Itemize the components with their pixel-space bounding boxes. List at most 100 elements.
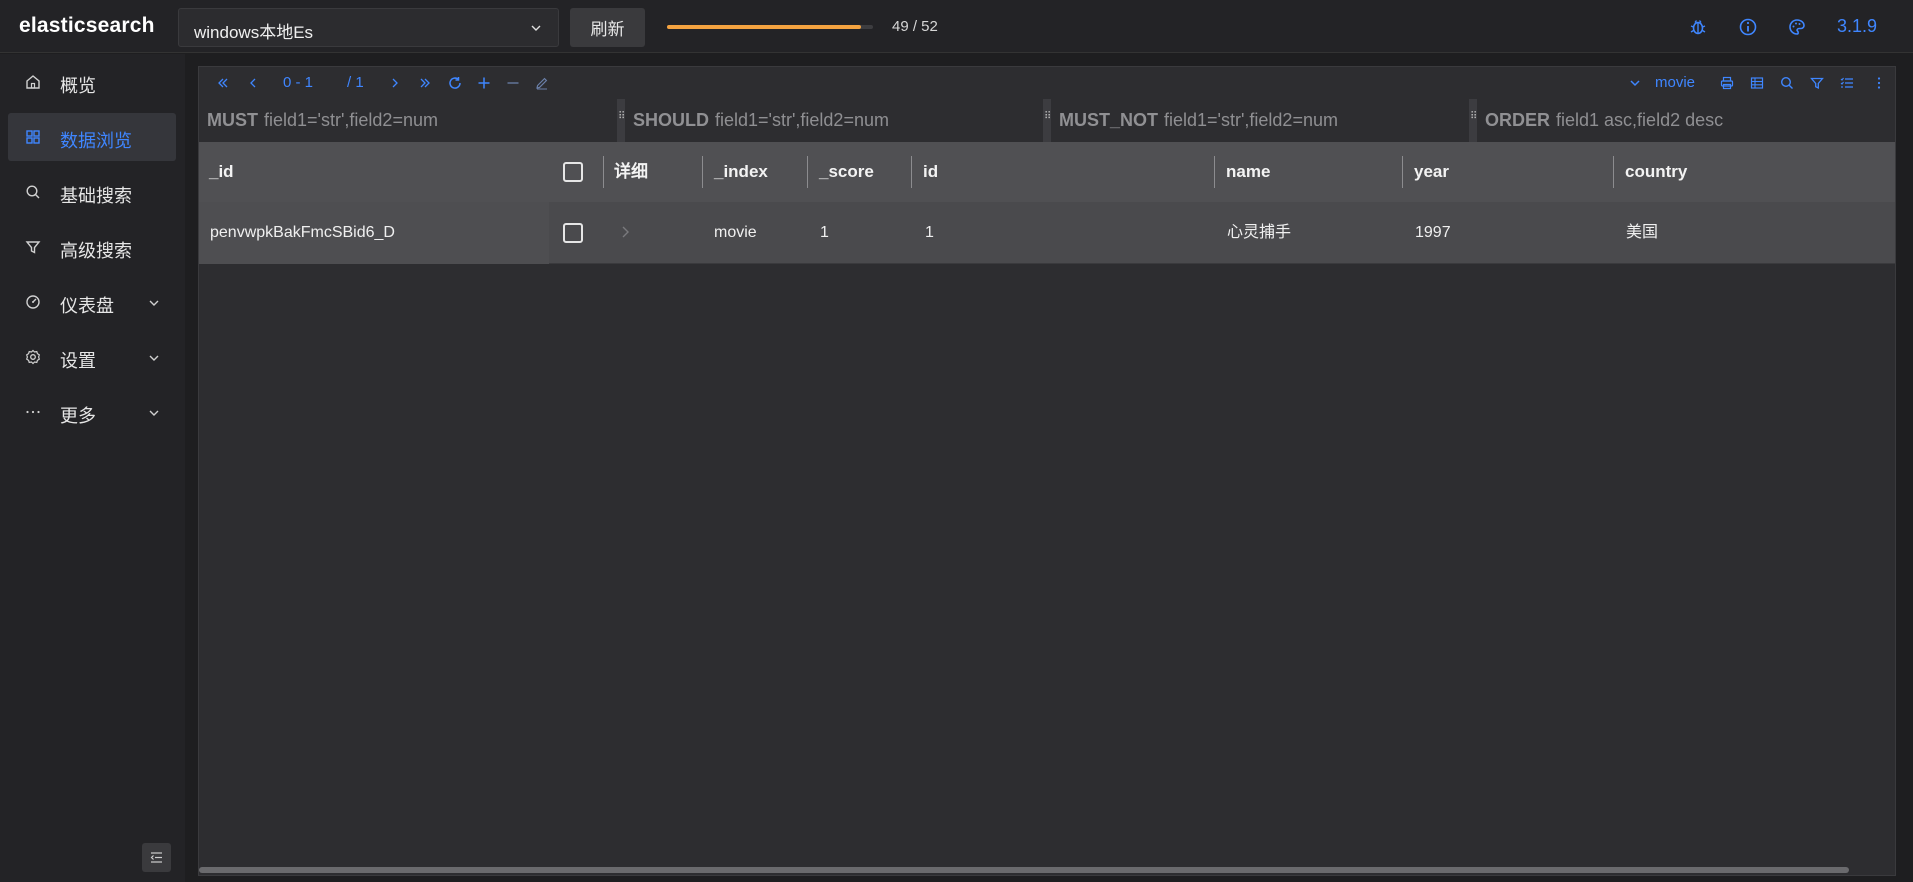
order-keyword: ORDER <box>1485 110 1551 130</box>
cell-doc-id: 1 <box>925 224 934 241</box>
select-all-checkbox[interactable] <box>563 162 583 182</box>
column-header-score[interactable]: _score <box>819 142 874 202</box>
page-total: / 1 <box>347 74 364 91</box>
add-icon[interactable] <box>476 75 492 91</box>
column-divider[interactable] <box>807 156 808 188</box>
sidebar-collapse-button[interactable] <box>142 843 171 872</box>
column-divider[interactable] <box>702 156 703 188</box>
cell-score: 1 <box>820 224 829 241</box>
app-title: elasticsearch <box>19 14 155 37</box>
should-placeholder: field1='str',field2=num <box>715 110 889 130</box>
column-settings-icon[interactable] <box>1839 75 1855 91</box>
top-header: elasticsearch windows本地Es 刷新 49 / 52 3.1… <box>0 0 1913 53</box>
table-toolbar: 0 - 1 / 1 movie <box>199 67 1895 99</box>
collapse-menu-icon <box>150 852 162 863</box>
sidebar-item-label: 基础搜索 <box>60 186 132 206</box>
chevron-down-icon <box>149 300 159 306</box>
filter-icon[interactable] <box>1809 75 1825 91</box>
chevron-down-icon[interactable] <box>1627 75 1643 91</box>
progress-bar-fill <box>667 25 862 29</box>
column-divider[interactable] <box>1214 156 1215 188</box>
progress-bar <box>667 25 873 29</box>
sidebar-item-label: 仪表盘 <box>60 296 114 316</box>
order-placeholder: field1 asc,field2 desc <box>1556 110 1724 130</box>
must-not-filter-input[interactable]: MUST_NOT field1='str',field2=num <box>1051 99 1469 142</box>
must-not-placeholder: field1='str',field2=num <box>1164 110 1338 130</box>
bug-icon[interactable] <box>1688 17 1708 37</box>
reload-icon[interactable] <box>447 75 463 91</box>
table-view-icon[interactable] <box>1749 75 1765 91</box>
column-divider[interactable] <box>911 156 912 188</box>
filter-resize-handle[interactable]: ⠿ <box>1043 99 1051 142</box>
column-divider[interactable] <box>1613 156 1614 188</box>
remove-icon[interactable] <box>505 75 521 91</box>
cell-index: movie <box>714 224 757 241</box>
horizontal-scrollbar[interactable] <box>199 867 1849 873</box>
table-header: _id 详细 _index _score id name year countr… <box>199 142 1895 202</box>
filter-resize-handle[interactable]: ⠿ <box>617 99 625 142</box>
print-icon[interactable] <box>1719 75 1735 91</box>
row-checkbox[interactable] <box>563 223 583 243</box>
filter-resize-handle[interactable]: ⠿ <box>1469 99 1477 142</box>
info-icon[interactable] <box>1738 17 1758 37</box>
next-page-icon[interactable] <box>387 75 403 91</box>
table-row[interactable]: penvwpkBakFmcSBid6_D movie 1 1 心灵捕手 1997… <box>199 202 1895 264</box>
must-not-keyword: MUST_NOT <box>1059 110 1158 130</box>
gear-icon <box>25 349 41 365</box>
sidebar-item-advanced-search[interactable]: 高级搜索 <box>8 223 176 271</box>
data-browse-panel: 0 - 1 / 1 movie MUST field1='str',field2=… <box>198 66 1896 876</box>
prev-page-icon[interactable] <box>245 75 261 91</box>
home-icon <box>26 75 40 89</box>
chevron-down-icon <box>531 25 541 31</box>
chevron-down-icon <box>149 355 159 361</box>
column-divider[interactable] <box>603 156 604 188</box>
dashboard-icon <box>26 295 40 309</box>
progress-text: 49 / 52 <box>892 18 938 35</box>
refresh-button[interactable]: 刷新 <box>570 8 645 47</box>
sidebar-item-label: 数据浏览 <box>60 131 132 151</box>
connection-select-value: windows本地Es <box>194 23 314 42</box>
sidebar-item-label: 概览 <box>60 76 96 96</box>
column-header-country[interactable]: country <box>1625 142 1687 202</box>
should-filter-input[interactable]: SHOULD field1='str',field2=num <box>625 99 1043 142</box>
sidebar-item-settings[interactable]: 设置 <box>8 333 176 381</box>
filter-icon <box>25 241 41 254</box>
must-keyword: MUST <box>207 110 258 130</box>
sidebar-item-label: 设置 <box>60 351 96 371</box>
column-header-index[interactable]: _index <box>714 142 768 202</box>
grid-icon <box>26 130 40 144</box>
connection-select[interactable]: windows本地Es <box>178 8 559 47</box>
search-icon <box>26 185 40 199</box>
sidebar-item-basic-search[interactable]: 基础搜索 <box>8 168 176 216</box>
sidebar-item-data-browse[interactable]: 数据浏览 <box>8 113 176 161</box>
sidebar-item-dashboard[interactable]: 仪表盘 <box>8 278 176 326</box>
first-page-icon[interactable] <box>215 75 231 91</box>
column-header-name[interactable]: name <box>1226 142 1270 202</box>
last-page-icon[interactable] <box>417 75 433 91</box>
should-keyword: SHOULD <box>633 110 709 130</box>
index-selector[interactable]: movie <box>1655 74 1695 91</box>
chevron-right-icon[interactable] <box>619 225 631 239</box>
column-header-detail[interactable]: 详细 <box>614 142 648 202</box>
more-icon <box>26 410 40 414</box>
cell-year: 1997 <box>1415 224 1451 241</box>
cell-id: penvwpkBakFmcSBid6_D <box>210 224 395 241</box>
column-divider[interactable] <box>1402 156 1403 188</box>
column-header-doc-id[interactable]: id <box>923 142 938 202</box>
chevron-down-icon <box>149 410 159 416</box>
sidebar-item-overview[interactable]: 概览 <box>8 58 176 106</box>
order-filter-input[interactable]: ORDER field1 asc,field2 desc <box>1477 99 1895 142</box>
edit-icon[interactable] <box>534 75 550 91</box>
sidebar-item-label: 更多 <box>60 406 96 426</box>
palette-icon[interactable] <box>1787 17 1807 37</box>
more-vertical-icon[interactable] <box>1871 75 1887 91</box>
cell-name: 心灵捕手 <box>1227 224 1292 241</box>
version-label[interactable]: 3.1.9 <box>1837 16 1877 37</box>
sidebar-item-more[interactable]: 更多 <box>8 388 176 436</box>
search-icon[interactable] <box>1779 75 1795 91</box>
column-header-year[interactable]: year <box>1414 142 1449 202</box>
must-filter-input[interactable]: MUST field1='str',field2=num <box>199 99 617 142</box>
column-header-id[interactable]: _id <box>209 142 234 202</box>
sidebar-item-label: 高级搜索 <box>60 241 132 261</box>
must-placeholder: field1='str',field2=num <box>264 110 438 130</box>
